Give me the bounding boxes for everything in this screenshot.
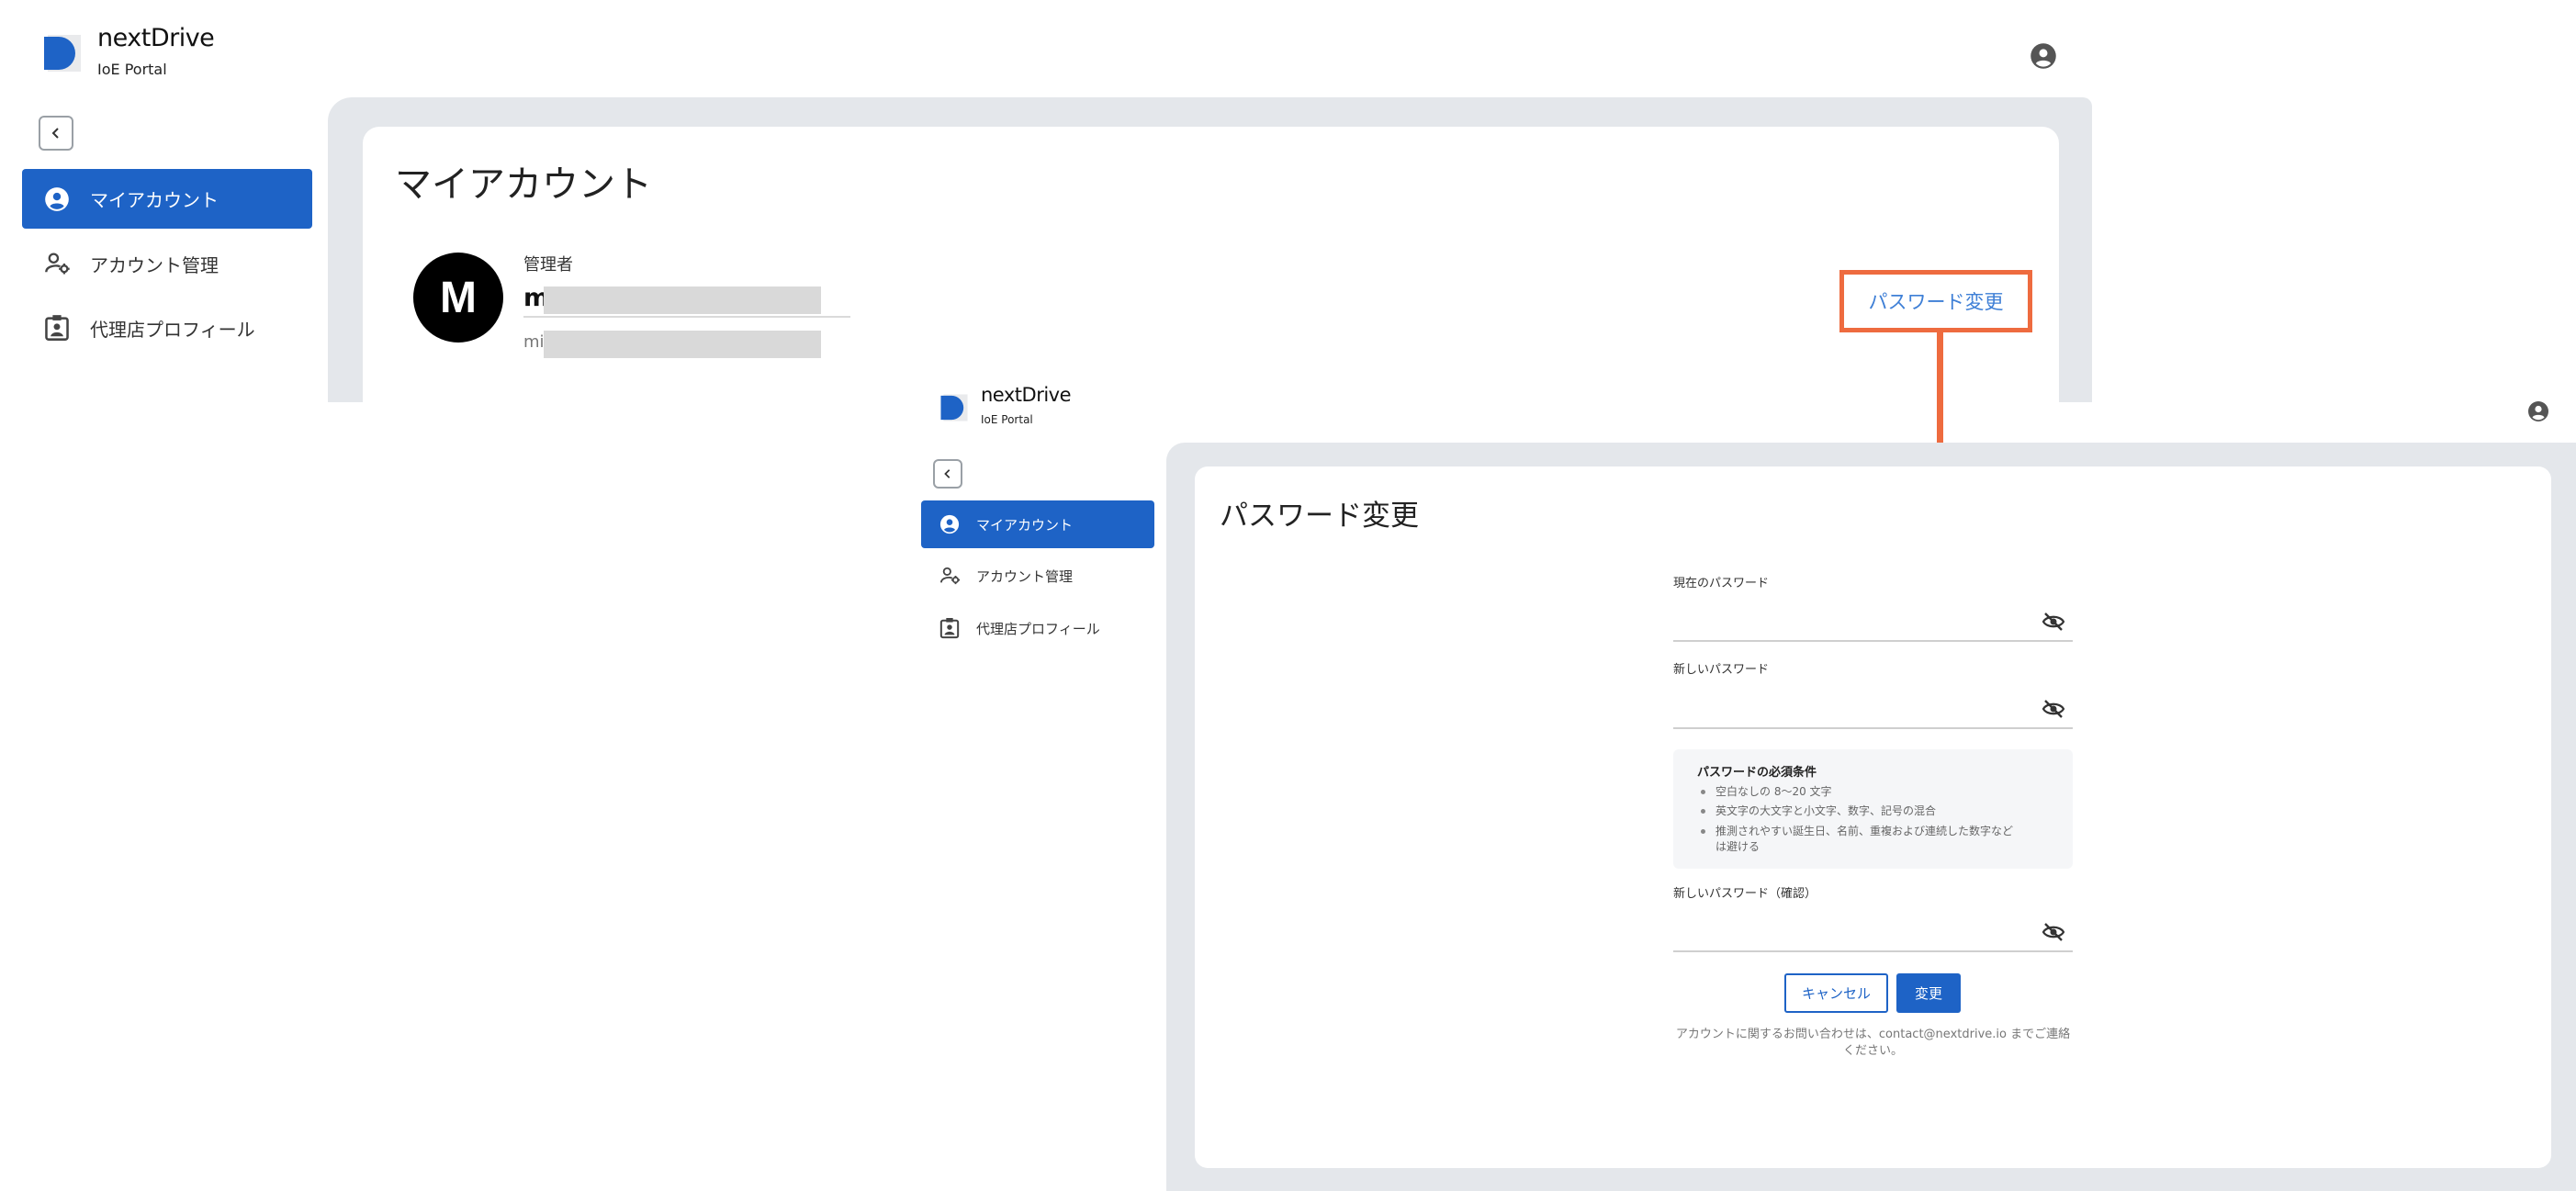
- sidebar-item-my-account[interactable]: マイアカウント: [22, 169, 312, 229]
- sidebar-item-label: アカウント管理: [90, 253, 219, 276]
- confirm-password-label: 新しいパスワード（確認）: [1673, 887, 1817, 901]
- manage-accounts-icon: [940, 567, 961, 585]
- sidebar-item-label: アカウント管理: [976, 567, 1074, 585]
- page-title: パスワード変更: [1220, 500, 1419, 533]
- sidebar-item-label: 代理店プロフィール: [976, 620, 1100, 637]
- user-account-icon[interactable]: [2030, 42, 2057, 70]
- password-change-label: パスワード変更: [1868, 291, 2004, 313]
- avatar: M: [413, 253, 503, 343]
- redaction-block: [544, 331, 821, 358]
- input-underline: [1673, 727, 2073, 729]
- nextdrive-logo-icon: [940, 394, 968, 421]
- sidebar-item-label: マイアカウント: [90, 189, 219, 211]
- new-password-input[interactable]: [1673, 684, 2050, 726]
- user-account-icon[interactable]: [2527, 400, 2549, 422]
- cancel-button[interactable]: キャンセル: [1784, 973, 1888, 1013]
- cancel-label: キャンセル: [1801, 985, 1871, 1002]
- account-circle-icon: [45, 186, 69, 211]
- brand-subtitle: IoE Portal: [97, 61, 167, 78]
- bullet: [1701, 790, 1705, 794]
- requirement-item: 推測されやすい誕生日、名前、重複および連続した数字など: [1715, 825, 2014, 837]
- eye-off-icon[interactable]: [2042, 612, 2065, 632]
- nextdrive-logo-icon: [44, 35, 81, 72]
- sidebar-item-account-management[interactable]: アカウント管理: [921, 553, 1154, 599]
- current-password-label: 現在のパスワード: [1673, 577, 1770, 590]
- chevron-left-icon: [944, 469, 951, 478]
- sidebar-item-agency-profile[interactable]: 代理店プロフィール: [22, 299, 312, 356]
- divider: [523, 316, 850, 318]
- brand-name: nextDrive: [97, 24, 215, 52]
- confirm-password-input[interactable]: [1673, 907, 2050, 949]
- current-password-input[interactable]: [1673, 597, 2050, 639]
- requirement-item: 空白なしの 8～20 文字: [1715, 785, 1832, 798]
- contact-note: アカウントに関するお問い合わせは、contact@nextdrive.io まで…: [1673, 1027, 2073, 1060]
- contact-line: ください。: [1842, 1044, 1903, 1058]
- sidebar-collapse-button[interactable]: [933, 459, 962, 489]
- bullet: [1701, 809, 1705, 814]
- requirements-title: パスワードの必須条件: [1697, 766, 1817, 780]
- brand-subtitle: IoE Portal: [981, 413, 1033, 426]
- brand-name: nextDrive: [981, 384, 1072, 406]
- user-role: 管理者: [523, 255, 573, 275]
- submit-label: 変更: [1914, 985, 1942, 1002]
- eye-off-icon[interactable]: [2042, 699, 2065, 719]
- contact-line: アカウントに関するお問い合わせは、contact@nextdrive.io まで…: [1675, 1028, 2071, 1041]
- sidebar-item-my-account[interactable]: マイアカウント: [921, 500, 1154, 548]
- chevron-left-icon: [51, 128, 59, 139]
- sidebar-item-account-management[interactable]: アカウント管理: [22, 235, 312, 292]
- page-title: マイアカウント: [395, 163, 652, 206]
- eye-off-icon[interactable]: [2042, 922, 2065, 942]
- contact-badge-icon: [45, 315, 69, 341]
- sidebar-collapse-button[interactable]: [39, 116, 73, 151]
- new-password-label: 新しいパスワード: [1673, 663, 1770, 677]
- redaction-block: [544, 287, 821, 314]
- sidebar-item-label: マイアカウント: [976, 516, 1074, 534]
- requirement-item: 英文字の大文字と小文字、数字、記号の混合: [1715, 804, 1937, 817]
- bullet: [1701, 829, 1705, 834]
- account-circle-icon: [939, 514, 960, 534]
- contact-badge-icon: [939, 618, 960, 639]
- sidebar-item-label: 代理店プロフィール: [90, 318, 255, 341]
- submit-button[interactable]: 変更: [1896, 973, 1961, 1013]
- input-underline: [1673, 640, 2073, 642]
- input-underline: [1673, 950, 2073, 952]
- requirement-item: は避ける: [1715, 840, 1760, 853]
- sidebar-item-agency-profile[interactable]: 代理店プロフィール: [921, 605, 1154, 651]
- password-change-button[interactable]: パスワード変更: [1839, 270, 2032, 332]
- manage-accounts-icon: [45, 253, 70, 275]
